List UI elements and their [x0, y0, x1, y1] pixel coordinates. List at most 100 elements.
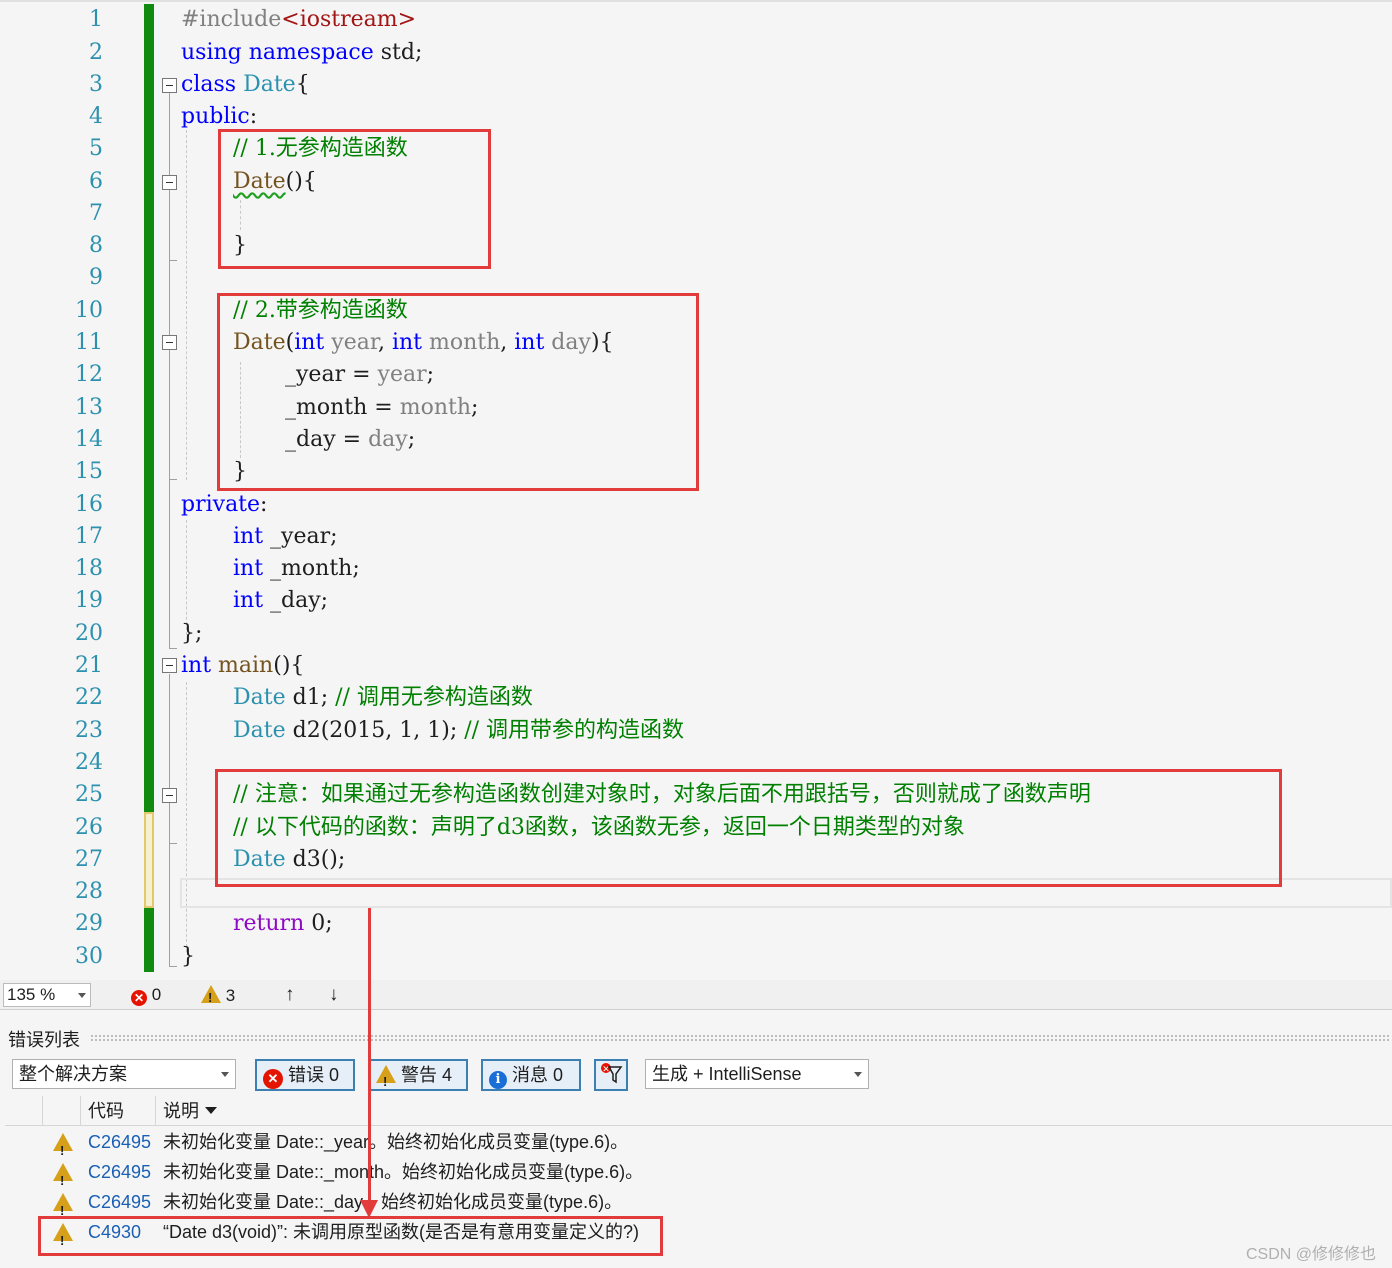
collapse-minus-icon[interactable]: [162, 788, 177, 803]
table-row[interactable]: C26495 未初始化变量 Date::_month。始终初始化成员变量(typ…: [5, 1157, 1392, 1196]
indent-guide: [186, 682, 187, 952]
code-text: :: [249, 104, 258, 129]
column-header-label: 说明: [163, 1101, 199, 1121]
warning-code: C26495: [88, 1132, 152, 1152]
angle-open: <: [281, 7, 300, 32]
column-separator: [80, 1096, 81, 1126]
code-line-20[interactable]: };: [181, 619, 202, 649]
warning-code: C26495: [88, 1192, 152, 1212]
warning-triangle-icon: [53, 1133, 73, 1166]
keyword: int: [233, 556, 264, 581]
warning-count: 3: [225, 986, 236, 1005]
code-line-2[interactable]: using namespace std;: [181, 38, 422, 68]
line-number: 30: [75, 944, 103, 969]
table-row[interactable]: C26495 未初始化变量 Date::_day。始终初始化成员变量(type.…: [5, 1187, 1392, 1226]
warning-count-indicator[interactable]: 3: [201, 985, 236, 1008]
code-line-22[interactable]: Date d1; // 调用无参构造函数: [233, 683, 533, 713]
header-name: iostream: [299, 7, 398, 32]
scope-value: 整个解决方案: [19, 1064, 127, 1084]
zoom-dropdown[interactable]: 135 %: [3, 983, 91, 1007]
collapse-minus-icon[interactable]: [162, 658, 177, 673]
panel-drag-grip[interactable]: [90, 1034, 1390, 1042]
preprocessor-directive: #include: [181, 7, 282, 32]
filter-icon: ✕: [601, 1063, 623, 1084]
function-name: main: [211, 653, 274, 678]
outline-line-ctor2: [169, 351, 170, 479]
code-line-30[interactable]: }: [181, 942, 195, 972]
table-row[interactable]: C26495 未初始化变量 Date::_year。始终初始化成员变量(type…: [5, 1127, 1392, 1166]
line-number: 28: [75, 879, 103, 904]
error-count-indicator[interactable]: ✕ 0: [131, 985, 161, 1006]
keyword: public: [181, 104, 250, 129]
warning-description: 未初始化变量 Date::_day。始终初始化成员变量(type.6)。: [163, 1192, 623, 1212]
line-number: 18: [75, 556, 103, 581]
source-dropdown[interactable]: 生成 + IntelliSense: [645, 1059, 869, 1089]
errors-filter-button[interactable]: ✕ 错误 0: [255, 1059, 355, 1091]
warning-triangle-icon: [53, 1163, 73, 1196]
outline-line-ctor1: [169, 190, 170, 260]
errors-filter-label: 错误 0: [288, 1065, 340, 1085]
watermark: CSDN @修修修也: [1245, 1246, 1376, 1263]
annotation-arrow-head: [360, 1200, 378, 1218]
code-line-1[interactable]: #include<iostream>: [181, 5, 416, 35]
line-number: 23: [75, 718, 103, 743]
code-text: d1;: [285, 685, 336, 710]
code-line-17[interactable]: int _year;: [233, 522, 338, 552]
line-number: 5: [89, 136, 103, 161]
code-text: std;: [373, 40, 423, 65]
error-x-circle-icon: ✕: [263, 1069, 283, 1089]
collapse-minus-icon[interactable]: [162, 335, 177, 350]
code-line-23[interactable]: Date d2(2015, 1, 1); // 调用带参的构造函数: [233, 716, 684, 746]
chevron-down-icon: [221, 1072, 229, 1077]
code-line-21[interactable]: int main(){: [181, 651, 304, 681]
warnings-filter-button[interactable]: 警告 4: [368, 1059, 468, 1096]
line-number: 16: [75, 492, 103, 517]
line-number: 15: [75, 459, 103, 484]
keyword: namespace: [248, 40, 374, 65]
line-number: 13: [75, 395, 103, 420]
line-number: 26: [75, 815, 103, 840]
messages-filter-label: 消息 0: [512, 1065, 564, 1085]
line-number: 12: [75, 362, 103, 387]
code-line-4[interactable]: public:: [181, 102, 257, 132]
code-line-16[interactable]: private:: [181, 490, 267, 520]
annotation-box-param-ctor: [217, 293, 699, 491]
keyword: class: [181, 72, 237, 97]
line-number: 7: [89, 201, 103, 226]
filter-toggle-button[interactable]: ✕: [594, 1059, 628, 1091]
next-issue-up-button[interactable]: ↑: [285, 985, 295, 1005]
line-number: 29: [75, 911, 103, 936]
code-text: 0;: [304, 911, 333, 936]
code-text: _year;: [263, 524, 338, 549]
error-list-header: 代码 说明: [5, 1096, 1392, 1126]
scope-dropdown[interactable]: 整个解决方案: [12, 1059, 236, 1089]
chevron-down-icon: [78, 993, 86, 998]
line-number: 14: [75, 427, 103, 452]
outline-end-main: [169, 966, 177, 967]
code-line-29[interactable]: return 0;: [233, 909, 333, 939]
indent-guide: [186, 130, 187, 480]
type-name: Date: [243, 72, 296, 97]
line-number: 2: [89, 40, 103, 65]
error-list-panel: 错误列表 整个解决方案 ✕ 错误 0 警告 4 i 消息 0 ✕ 生成 + In…: [0, 1016, 1392, 1268]
line-number: 11: [75, 330, 103, 355]
code-text: d2(2015, 1, 1);: [285, 718, 465, 743]
code-editor[interactable]: 1 2 3 4 5 6 7 8 9 10 11 12 13 14 15 16 1…: [0, 0, 1392, 980]
warning-description: 未初始化变量 Date::_year。始终初始化成员变量(type.6)。: [163, 1132, 629, 1152]
annotation-box-note: [215, 769, 1282, 887]
collapse-minus-icon[interactable]: [162, 175, 177, 190]
code-line-18[interactable]: int _month;: [233, 554, 360, 584]
column-header-description[interactable]: 说明: [163, 1100, 217, 1122]
angle-close: >: [397, 7, 417, 32]
line-number: 8: [89, 233, 103, 258]
error-x-circle-icon: ✕: [131, 990, 147, 1006]
code-line-3[interactable]: class Date{: [181, 70, 310, 100]
messages-filter-button[interactable]: i 消息 0: [481, 1059, 581, 1091]
code-line-19[interactable]: int _day;: [233, 586, 328, 616]
column-header-code[interactable]: 代码: [88, 1100, 124, 1122]
code-text: (){: [273, 653, 305, 678]
line-number: 21: [75, 653, 103, 678]
editor-status-bar: 135 % ✕ 0 3 ↑ ↓: [0, 980, 1392, 1010]
collapse-minus-icon[interactable]: [162, 78, 177, 93]
next-issue-down-button[interactable]: ↓: [329, 985, 339, 1005]
